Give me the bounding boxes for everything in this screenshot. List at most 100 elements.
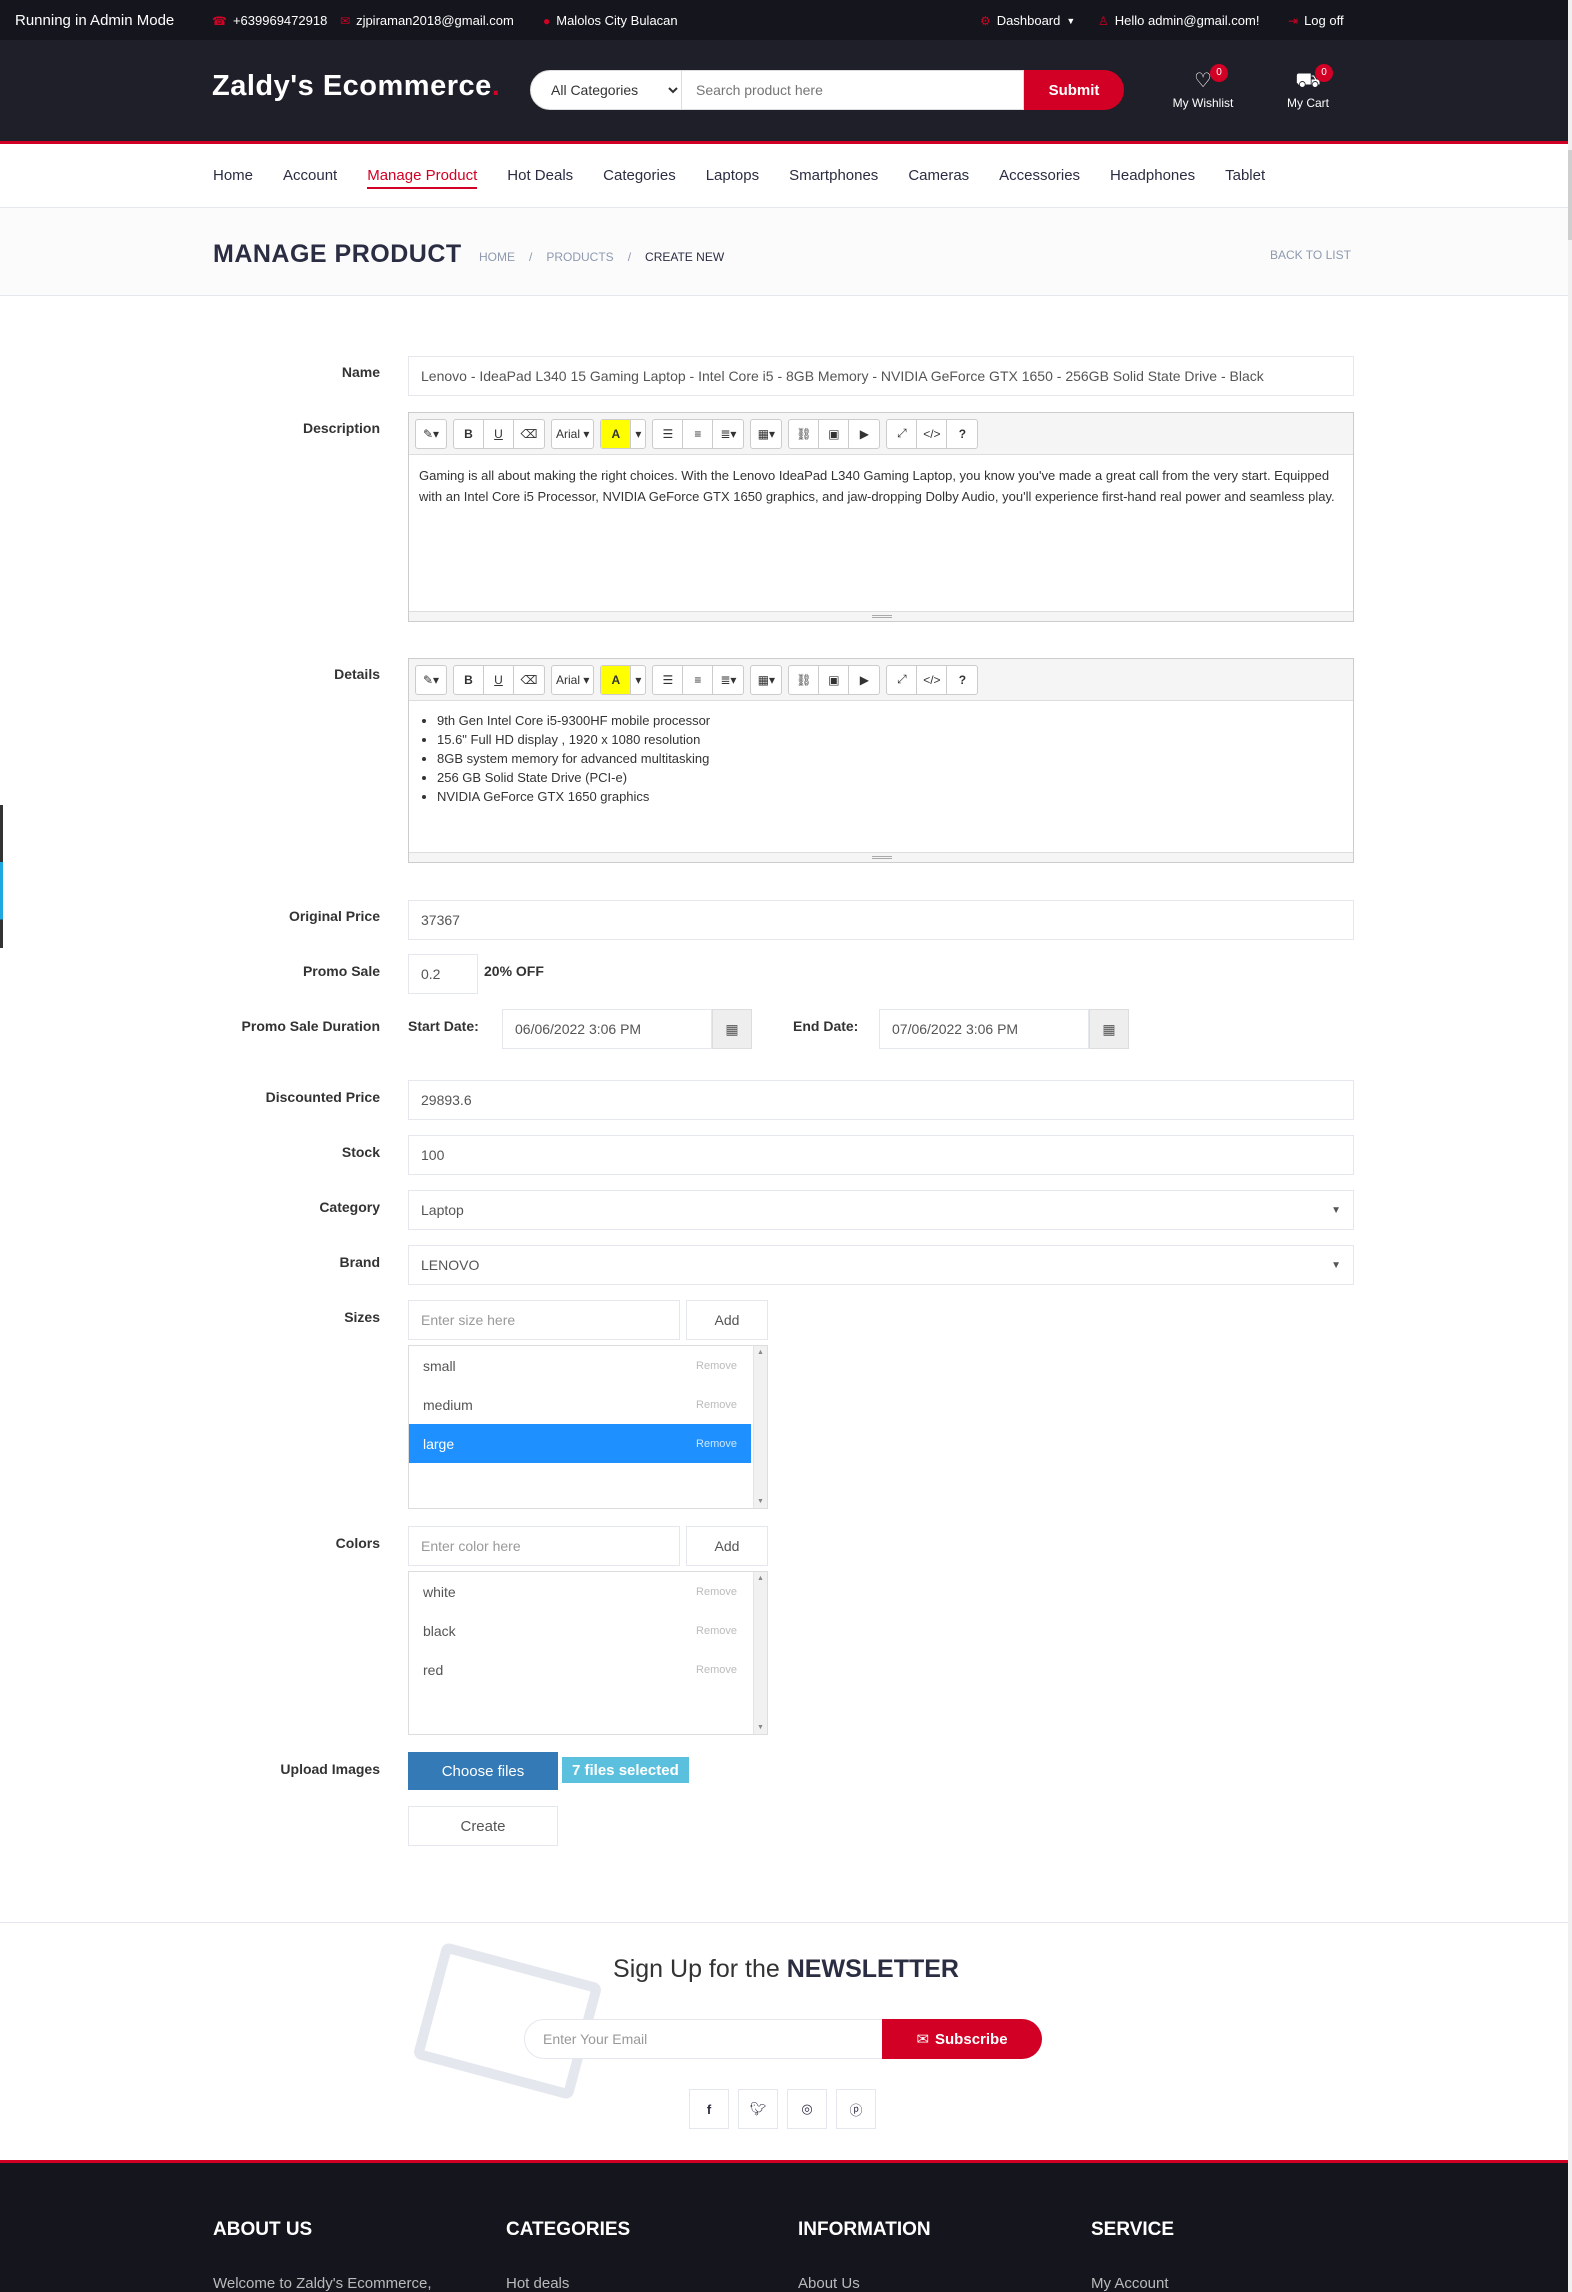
size-input[interactable]: Enter size here <box>408 1300 680 1340</box>
listbox-scrollbar[interactable]: ▲ ▼ <box>753 1346 767 1508</box>
footer-information-link[interactable]: About Us <box>798 2275 931 2292</box>
paragraph-align-icon[interactable]: ≣▾ <box>713 420 743 448</box>
list-item[interactable]: red Remove <box>409 1650 751 1689</box>
discounted-price-input[interactable]: 29893.6 <box>408 1080 1354 1120</box>
bold-button[interactable]: B <box>454 665 484 694</box>
nav-item-categories[interactable]: Categories <box>603 167 676 189</box>
picture-icon[interactable]: ▣ <box>819 419 850 448</box>
promo-sale-input[interactable]: 0.2 <box>408 954 478 994</box>
scroll-down-icon[interactable]: ▼ <box>757 1724 764 1731</box>
footer-categories-link[interactable]: Hot deals <box>506 2275 630 2292</box>
font-color-icon[interactable]: A <box>601 419 632 448</box>
scroll-up-icon[interactable]: ▲ <box>757 1349 764 1356</box>
nav-item-accessories[interactable]: Accessories <box>999 167 1080 189</box>
add-color-button[interactable]: Add <box>686 1526 768 1566</box>
stock-input[interactable]: 100 <box>408 1135 1354 1175</box>
dashboard-dropdown[interactable]: ⚙ Dashboard ▼ <box>980 13 1075 28</box>
user-greeting[interactable]: ♙ Hello admin@gmail.com! <box>1098 13 1259 28</box>
logoff-link[interactable]: ⇥ Log off <box>1288 13 1344 28</box>
link-icon[interactable]: ⛓ <box>789 665 820 694</box>
nav-item-hot-deals[interactable]: Hot Deals <box>507 167 573 189</box>
remove-link[interactable]: Remove <box>696 1586 737 1598</box>
help-icon[interactable]: ? <box>947 666 977 694</box>
eraser-icon[interactable]: ⌫ <box>514 666 544 694</box>
color-caret-icon[interactable]: ▾ <box>631 420 645 448</box>
description-content[interactable]: Gaming is all about making the right cho… <box>409 455 1353 517</box>
remove-link[interactable]: Remove <box>696 1360 737 1372</box>
magic-style-icon[interactable]: ✎▾ <box>416 666 446 694</box>
start-date-input[interactable]: 06/06/2022 3:06 PM <box>502 1009 712 1049</box>
video-icon[interactable]: ▶ <box>849 420 879 448</box>
nav-item-account[interactable]: Account <box>283 167 337 189</box>
ordered-list-icon[interactable]: ≡ <box>683 419 714 448</box>
facebook-icon[interactable]: f <box>689 2089 729 2129</box>
instagram-icon[interactable]: ◎ <box>787 2089 827 2129</box>
breadcrumb-home[interactable]: HOME <box>479 250 515 264</box>
location-link[interactable]: ● Malolos City Bulacan <box>543 13 678 28</box>
resize-bar[interactable] <box>409 611 1353 621</box>
nav-item-tablet[interactable]: Tablet <box>1225 167 1265 189</box>
resize-grip-icon[interactable] <box>872 856 892 859</box>
link-icon[interactable]: ⛓ <box>789 419 820 448</box>
details-content[interactable]: 9th Gen Intel Core i5-9300HF mobile proc… <box>409 701 1353 816</box>
underline-button[interactable]: U <box>484 665 514 694</box>
category-select[interactable]: All Categories <box>530 70 682 110</box>
color-caret-icon[interactable]: ▾ <box>631 666 645 694</box>
magic-style-icon[interactable]: ✎▾ <box>416 420 446 448</box>
twitter-icon[interactable]: 🐦︎ <box>738 2089 778 2129</box>
list-item[interactable]: white Remove <box>409 1572 751 1611</box>
font-color-icon[interactable]: A <box>601 665 632 694</box>
page-scrollbar-thumb[interactable] <box>1568 150 1572 240</box>
bold-button[interactable]: B <box>454 419 484 448</box>
unordered-list-icon[interactable]: ☰ <box>653 665 684 694</box>
code-view-icon[interactable]: </> <box>917 665 948 694</box>
code-view-icon[interactable]: </> <box>917 419 948 448</box>
scroll-up-icon[interactable]: ▲ <box>757 1575 764 1582</box>
underline-button[interactable]: U <box>484 419 514 448</box>
nav-item-home[interactable]: Home <box>213 167 253 189</box>
back-to-list-link[interactable]: BACK TO LIST <box>1270 248 1351 262</box>
phone-link[interactable]: ☎ +639969472918 <box>212 13 327 28</box>
nav-item-cameras[interactable]: Cameras <box>908 167 969 189</box>
end-date-input[interactable]: 07/06/2022 3:06 PM <box>879 1009 1089 1049</box>
colors-listbox[interactable]: white Remove black Remove red Remove ▲ ▼ <box>408 1571 768 1735</box>
remove-link[interactable]: Remove <box>696 1399 737 1411</box>
add-size-button[interactable]: Add <box>686 1300 768 1340</box>
sizes-listbox[interactable]: small Remove medium Remove large Remove ▲ ▼ <box>408 1345 768 1509</box>
site-logo[interactable]: Zaldy's Ecommerce. <box>212 70 500 103</box>
nav-item-headphones[interactable]: Headphones <box>1110 167 1195 189</box>
resize-bar[interactable] <box>409 852 1353 862</box>
help-icon[interactable]: ? <box>947 420 977 448</box>
search-input[interactable] <box>682 70 1024 110</box>
listbox-scrollbar[interactable]: ▲ ▼ <box>753 1572 767 1734</box>
footer-service-link[interactable]: My Account <box>1091 2275 1174 2292</box>
remove-link[interactable]: Remove <box>696 1664 737 1676</box>
cart-link[interactable]: ⛟ 0 My Cart <box>1263 64 1353 110</box>
original-price-input[interactable]: 37367 <box>408 900 1354 940</box>
font-name-dropdown[interactable]: Arial ▾ <box>552 420 593 448</box>
name-input[interactable]: Lenovo - IdeaPad L340 15 Gaming Laptop -… <box>408 356 1354 396</box>
email-link[interactable]: ✉ zjpiraman2018@gmail.com <box>340 13 514 28</box>
calendar-icon[interactable]: ▦ <box>1089 1009 1129 1049</box>
subscribe-button[interactable]: ✉ Subscribe <box>882 2019 1042 2059</box>
resize-grip-icon[interactable] <box>872 615 892 618</box>
calendar-icon[interactable]: ▦ <box>712 1009 752 1049</box>
breadcrumb-products[interactable]: PRODUCTS <box>546 250 613 264</box>
details-editor[interactable]: ✎▾ BU⌫ Arial ▾ A▾ ☰≡≣▾ ▦▾ ⛓▣▶ ⤢</>? 9th … <box>408 658 1354 863</box>
font-name-dropdown[interactable]: Arial ▾ <box>552 666 593 694</box>
remove-link[interactable]: Remove <box>696 1625 737 1637</box>
video-icon[interactable]: ▶ <box>849 666 879 694</box>
paragraph-align-icon[interactable]: ≣▾ <box>713 666 743 694</box>
nav-item-manage-product[interactable]: Manage Product <box>367 167 478 189</box>
newsletter-email-input[interactable]: Enter Your Email <box>524 2019 884 2059</box>
brand-select[interactable]: LENOVO ▼ <box>408 1245 1354 1285</box>
remove-link[interactable]: Remove <box>696 1438 737 1450</box>
description-editor[interactable]: ✎▾ B U ⌫ Arial ▾ A ▾ ☰ ≡ ≣▾ ▦▾ ⛓ ▣ ▶ ⤢ </>? Gami… <box>408 412 1354 622</box>
table-icon[interactable]: ▦▾ <box>751 666 781 694</box>
wishlist-link[interactable]: ♡ 0 My Wishlist <box>1158 64 1248 110</box>
nav-item-laptops[interactable]: Laptops <box>706 167 759 189</box>
fullscreen-icon[interactable]: ⤢ <box>887 665 918 694</box>
create-button[interactable]: Create <box>408 1806 558 1846</box>
category-select[interactable]: Laptop ▼ <box>408 1190 1354 1230</box>
pinterest-icon[interactable]: ⓟ <box>836 2089 876 2129</box>
